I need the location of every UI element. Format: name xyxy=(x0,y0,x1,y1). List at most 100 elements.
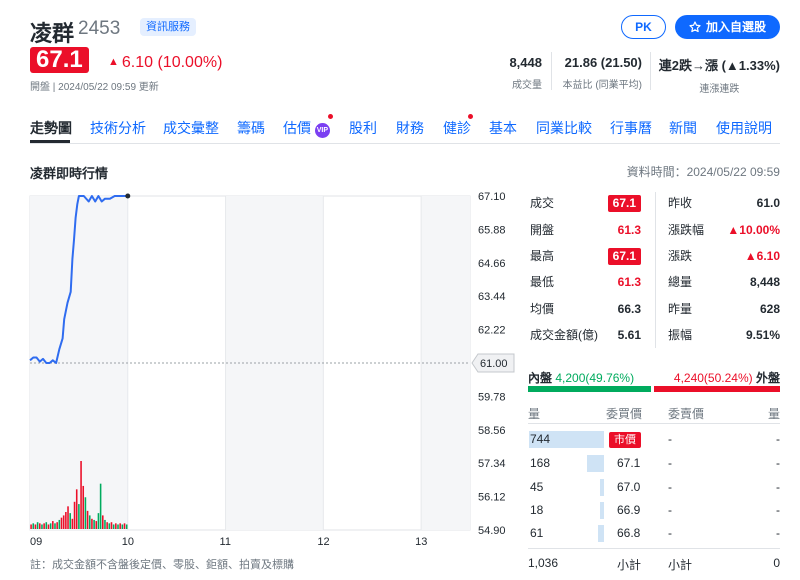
volume-bar xyxy=(49,523,52,529)
quote-row: 昨量 628 xyxy=(668,299,780,319)
quote-label: 成交 xyxy=(530,196,555,210)
quote-label: 昨收 xyxy=(668,196,693,210)
y-tick-label: 65.88 xyxy=(478,224,506,236)
volume-bar xyxy=(62,515,65,529)
y-tick-label: 67.10 xyxy=(478,191,506,203)
tab-health[interactable]: 健診 xyxy=(443,118,471,138)
volume-bar xyxy=(75,489,78,529)
volume-bar xyxy=(121,524,124,529)
stock-name: 凌群 xyxy=(30,21,75,46)
outer-value: 4,240(50.24%) xyxy=(673,371,753,385)
ask-qty: - xyxy=(776,456,780,470)
divider xyxy=(528,548,780,549)
volume-bar xyxy=(67,506,69,529)
divider xyxy=(655,192,656,348)
ask-qty: - xyxy=(776,526,780,540)
price-change-text: 6.10 (10.00%) xyxy=(121,54,223,71)
total-ask-qty: 0 xyxy=(773,556,780,570)
tab-news[interactable]: 新聞 xyxy=(669,118,697,138)
volume-bar xyxy=(125,524,128,529)
volume-bar xyxy=(117,524,119,529)
quote-label: 漲跌幅 xyxy=(668,223,705,237)
notification-dot xyxy=(468,114,473,119)
tab-guide[interactable]: 使用說明 xyxy=(716,118,772,138)
y-tick-label: 64.66 xyxy=(478,258,506,270)
volume-bar xyxy=(115,523,117,529)
quote-label: 最高 xyxy=(530,249,555,263)
outer-ratio-bar xyxy=(654,386,780,392)
quote-row: 均價 66.3 xyxy=(530,299,641,319)
outer-volume: 4,240(50.24%) 外盤 xyxy=(674,369,780,386)
bid-price: 67.0 xyxy=(617,480,641,494)
x-tick-label: 12 xyxy=(317,536,329,548)
quote-row: 振幅 9.51% xyxy=(668,325,780,345)
inner-value: 4,200(49.76%) xyxy=(555,371,635,385)
notification-dot xyxy=(328,114,333,119)
intraday-chart[interactable]: 09 10 11 12 13 67.10 65.88 64.66 63.44 62.22 59.78… xyxy=(0,180,520,550)
quote-row: 成交金額(億) 5.61 xyxy=(530,325,641,345)
industry-tag[interactable]: 資訊服務 xyxy=(140,18,196,36)
quote-value: 61.3 xyxy=(617,275,641,289)
pk-button[interactable]: PK xyxy=(621,15,666,39)
stat-pe: 21.86 (21.50) 本益比 (同業平均) xyxy=(563,55,642,91)
quote-row: 最高 67.1 xyxy=(530,246,641,266)
add-watchlist-button[interactable]: 加入自選股 xyxy=(675,15,780,39)
inner-label: 內盤 xyxy=(528,371,553,385)
quote-row: 漲跌幅 ▲10.00% xyxy=(668,220,780,240)
volume-bar xyxy=(78,504,80,529)
x-tick-label: 09 xyxy=(30,536,42,548)
volume-bar xyxy=(69,513,71,529)
col-bid-price: 委買價 xyxy=(606,407,643,421)
volume-bar xyxy=(54,523,56,529)
quote-value: 67.1 xyxy=(607,248,641,265)
stat-pe-label: 本益比 (同業平均) xyxy=(562,80,642,91)
volume-bar xyxy=(71,518,74,529)
bid-depth-bar xyxy=(597,525,604,542)
divider xyxy=(30,143,780,144)
tab-chips[interactable]: 籌碼 xyxy=(237,118,265,138)
ask-price: - xyxy=(668,456,672,470)
volume-bar xyxy=(119,523,121,529)
tab-valuation-label: 估價 xyxy=(283,120,311,136)
divider xyxy=(650,52,651,90)
tab-chart[interactable]: 走勢圖 xyxy=(30,118,72,138)
volume-bar xyxy=(99,483,102,529)
ask-subtotal-label: 小計 xyxy=(668,558,693,572)
tab-calendar[interactable]: 行事曆 xyxy=(610,118,652,138)
volume-bar xyxy=(102,515,104,529)
inner-ratio-bar xyxy=(528,386,652,392)
quote-label: 成交金額(億) xyxy=(530,328,598,342)
reference-price-label: 61.00 xyxy=(480,358,508,370)
col-ask-price: 委賣價 xyxy=(668,407,705,421)
tab-technical[interactable]: 技術分析 xyxy=(90,118,146,138)
market-status: 開盤 | 2024/05/22 09:59 更新 xyxy=(30,82,159,93)
tab-valuation[interactable]: 估價 VIP xyxy=(283,118,330,138)
volume-bar xyxy=(36,522,39,529)
quote-value: ▲6.10 xyxy=(744,249,780,263)
quote-label: 總量 xyxy=(668,275,693,289)
volume-bar xyxy=(95,521,98,529)
quote-value: ▲10.00% xyxy=(727,223,780,237)
tab-basic[interactable]: 基本 xyxy=(489,118,517,138)
footnote: 註：成交金額不含盤後定價、零股、鉅額、拍賣及標購 xyxy=(30,559,294,571)
tab-peer-compare[interactable]: 同業比較 xyxy=(536,118,592,138)
stat-streak-label: 連漲連跌 xyxy=(699,84,740,95)
y-tick-label: 56.12 xyxy=(478,492,506,504)
star-icon xyxy=(689,21,701,33)
inner-volume: 內盤 4,200(49.76%) xyxy=(528,369,634,386)
y-tick-label: 59.78 xyxy=(478,391,506,403)
bid-qty: 168 xyxy=(530,456,551,470)
volume-bar xyxy=(43,523,45,529)
tab-financial[interactable]: 財務 xyxy=(396,118,424,138)
volume-bar xyxy=(60,517,63,529)
volume-bar xyxy=(38,523,41,529)
tab-dividend[interactable]: 股利 xyxy=(349,118,377,138)
y-tick-label: 63.44 xyxy=(478,291,506,303)
ask-qty: - xyxy=(776,432,780,446)
volume-bar xyxy=(30,524,32,529)
bid-price: 67.1 xyxy=(617,456,641,470)
volume-bar xyxy=(123,523,126,529)
bid-depth-bar xyxy=(600,502,604,519)
quote-label: 開盤 xyxy=(530,223,555,237)
tab-trades[interactable]: 成交彙整 xyxy=(163,118,219,138)
